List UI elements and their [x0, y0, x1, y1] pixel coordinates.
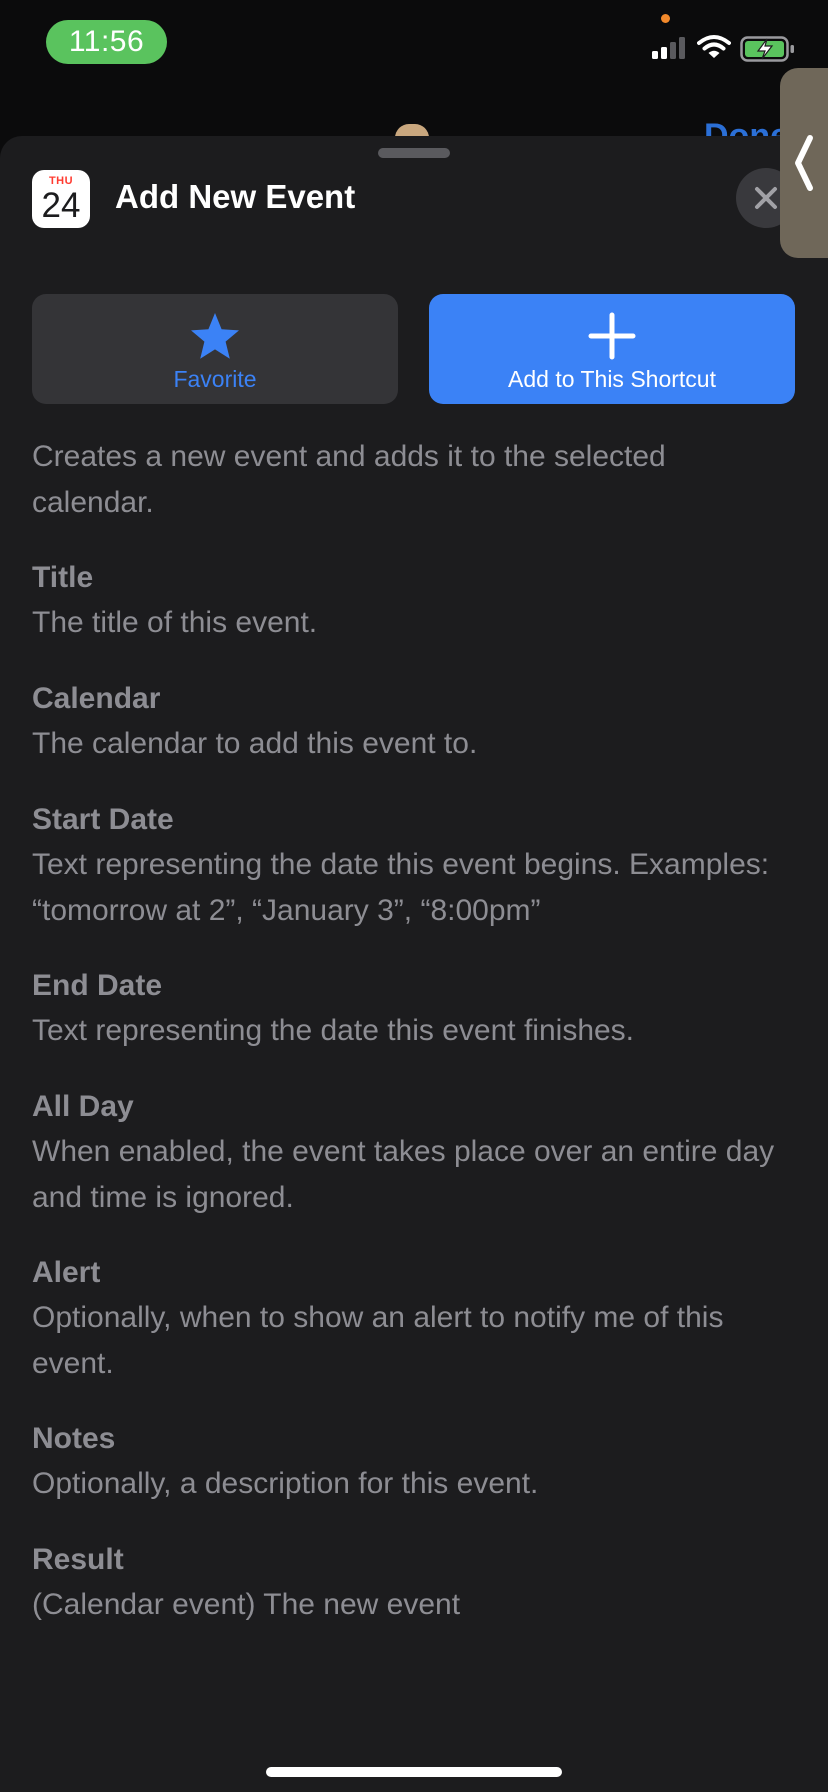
- parameter-description: The calendar to add this event to.: [32, 727, 478, 760]
- battery-charging-icon: [740, 36, 794, 62]
- parameter-description: When enabled, the event takes place over…: [32, 1135, 775, 1214]
- parameter-start-date: Start Date Text representing the date th…: [32, 798, 792, 934]
- close-icon: [755, 187, 777, 209]
- parameter-name: Start Date: [32, 803, 174, 836]
- parameter-name: Result: [32, 1543, 124, 1576]
- parameter-name: All Day: [32, 1090, 134, 1123]
- calendar-app-icon: THU 24: [32, 170, 90, 228]
- privacy-indicator-dot: [661, 14, 670, 23]
- sheet-grabber[interactable]: [378, 148, 450, 158]
- parameter-all-day: All Day When enabled, the event takes pl…: [32, 1085, 802, 1221]
- add-to-shortcut-label: Add to This Shortcut: [508, 366, 716, 392]
- favorite-button-label: Favorite: [173, 366, 257, 392]
- add-to-shortcut-button[interactable]: Add to This Shortcut: [429, 294, 795, 404]
- parameter-alert: Alert Optionally, when to show an alert …: [32, 1251, 802, 1387]
- calendar-icon-date: 24: [41, 186, 81, 225]
- wifi-icon: [697, 35, 731, 58]
- home-indicator[interactable]: [266, 1767, 562, 1777]
- parameter-description: (Calendar event) The new event: [32, 1588, 461, 1621]
- parameter-result: Result (Calendar event) The new event: [32, 1538, 802, 1628]
- parameter-name: Alert: [32, 1256, 101, 1289]
- cellular-signal-icon: [652, 37, 685, 59]
- parameter-name: Calendar: [32, 682, 161, 715]
- parameter-notes: Notes Optionally, a description for this…: [32, 1417, 802, 1507]
- action-detail-sheet: THU 24 Add New Event Favorite Add to Thi…: [0, 136, 828, 1792]
- parameter-name: End Date: [32, 969, 163, 1002]
- favorite-button[interactable]: Favorite: [32, 294, 398, 404]
- chevron-left-icon: [795, 135, 813, 191]
- plus-icon: [588, 312, 636, 360]
- status-time: 11:56: [46, 20, 167, 64]
- action-description: Creates a new event and adds it to the s…: [32, 440, 666, 519]
- parameter-calendar: Calendar The calendar to add this event …: [32, 677, 802, 767]
- parameter-end-date: End Date Text representing the date this…: [32, 964, 802, 1054]
- parameter-description: The title of this event.: [32, 606, 318, 639]
- parameter-description: Optionally, a description for this event…: [32, 1467, 539, 1500]
- parameter-description: Optionally, when to show an alert to not…: [32, 1301, 724, 1380]
- parameter-name: Notes: [32, 1422, 116, 1455]
- side-panel-handle[interactable]: [780, 68, 828, 258]
- star-icon: [191, 313, 239, 359]
- sheet-title: Add New Event: [115, 178, 356, 215]
- parameter-description: Text representing the date this event fi…: [32, 1014, 635, 1047]
- parameter-description: Text representing the date this event be…: [32, 848, 770, 927]
- parameter-title: Title The title of this event.: [32, 556, 802, 646]
- parameter-name: Title: [32, 561, 94, 594]
